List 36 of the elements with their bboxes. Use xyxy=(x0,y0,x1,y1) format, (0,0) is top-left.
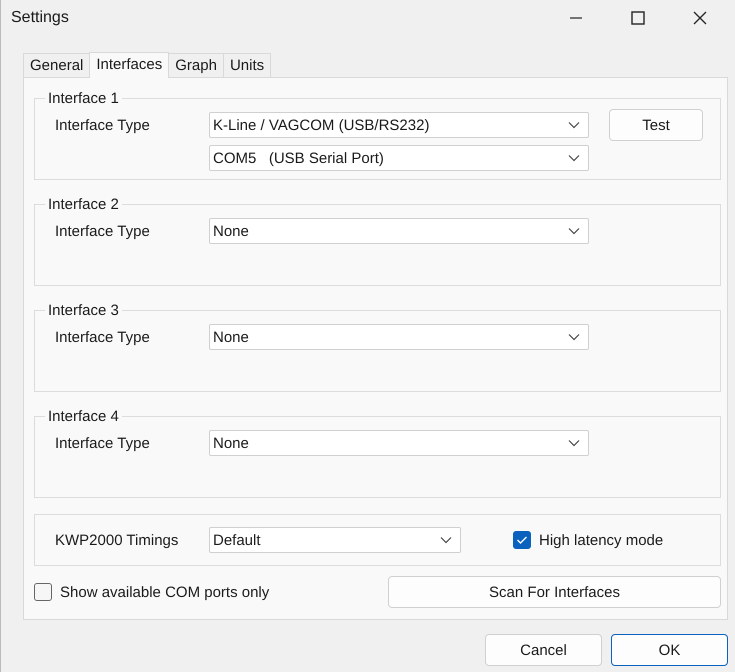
dropdown[interactable]: COM5 (USB Serial Port) xyxy=(209,145,589,171)
field-label: KWP2000 Timings xyxy=(55,532,180,548)
group-title: Interface 3 xyxy=(47,302,120,319)
field-label: Interface Type xyxy=(55,222,151,240)
checkbox-label: High latency mode xyxy=(539,532,664,548)
chevron-icon xyxy=(568,333,580,341)
checkbox-label: Show available COM ports only xyxy=(60,584,270,600)
group-title: Interface 1 xyxy=(47,90,120,107)
chevron-icon xyxy=(568,439,580,447)
dropdown[interactable]: None xyxy=(209,324,589,350)
dropdown[interactable]: Default xyxy=(209,527,461,553)
field-label: Interface Type xyxy=(55,116,151,134)
dropdown[interactable]: K-Line / VAGCOM (USB/RS232) xyxy=(209,112,589,138)
tab[interactable]: Units xyxy=(222,53,272,77)
tab[interactable]: General xyxy=(23,53,90,77)
maximize-icon[interactable] xyxy=(630,10,646,26)
ok-button[interactable]: OK xyxy=(611,634,728,666)
field-label: Interface Type xyxy=(55,434,151,452)
group-title: Interface 4 xyxy=(47,408,120,425)
checkbox[interactable] xyxy=(34,583,52,601)
test-button[interactable]: Test xyxy=(609,109,703,141)
cancel-button[interactable]: Cancel xyxy=(485,634,602,666)
chevron-icon xyxy=(568,227,580,235)
checkbox[interactable] xyxy=(513,531,531,549)
dropdown[interactable]: None xyxy=(209,218,589,244)
close-icon[interactable] xyxy=(692,10,708,26)
field-label: Interface Type xyxy=(55,328,151,346)
check-icon xyxy=(516,535,528,545)
scan-button[interactable]: Scan For Interfaces xyxy=(388,576,721,608)
dropdown[interactable]: None xyxy=(209,430,589,456)
chevron-icon xyxy=(568,154,580,162)
chevron-icon xyxy=(440,536,452,544)
chevron-icon xyxy=(568,121,580,129)
group-title: Interface 2 xyxy=(47,196,120,213)
tab[interactable]: Interfaces xyxy=(89,52,170,78)
window-title: Settings xyxy=(11,9,69,27)
